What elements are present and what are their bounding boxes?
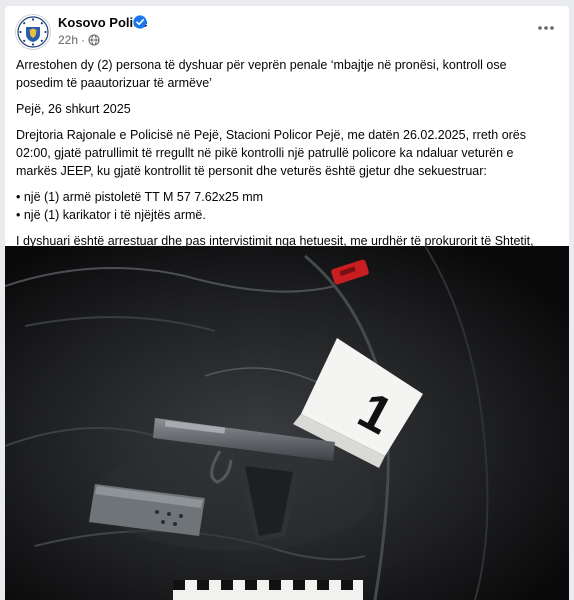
scale-ruler — [173, 580, 363, 600]
post-location-date: Pejë, 26 shkurt 2025 — [16, 102, 131, 116]
post-card: Kosovo Police 22h · Arrestohen dy (2) pe… — [5, 6, 569, 600]
seized-pistol-photo: 1 — [5, 246, 569, 600]
post-meta: 22h · — [58, 33, 100, 47]
post-headline: Arrestohen dy (2) persona të dyshuar për… — [16, 58, 507, 90]
post-photo[interactable]: 1 — [5, 246, 569, 600]
seized-item-magazine: • një (1) karikator i të njëjtës armë. — [16, 208, 206, 222]
post-time[interactable]: 22h — [58, 33, 78, 47]
verified-badge-icon — [133, 15, 147, 29]
post-text: Arrestohen dy (2) persona të dyshuar për… — [16, 56, 556, 276]
meta-separator: · — [81, 33, 86, 47]
page-avatar[interactable] — [15, 14, 51, 50]
more-options-icon[interactable] — [535, 18, 557, 38]
post-header: Kosovo Police 22h · — [5, 6, 569, 52]
seized-item-weapon: • një (1) armë pistoletë TT M 57 7.62x25… — [16, 190, 264, 204]
kosovo-police-logo-icon — [17, 16, 49, 48]
post-body-paragraph: Drejtoria Rajonale e Policisë në Pejë, S… — [16, 128, 527, 178]
globe-icon[interactable] — [88, 34, 100, 46]
